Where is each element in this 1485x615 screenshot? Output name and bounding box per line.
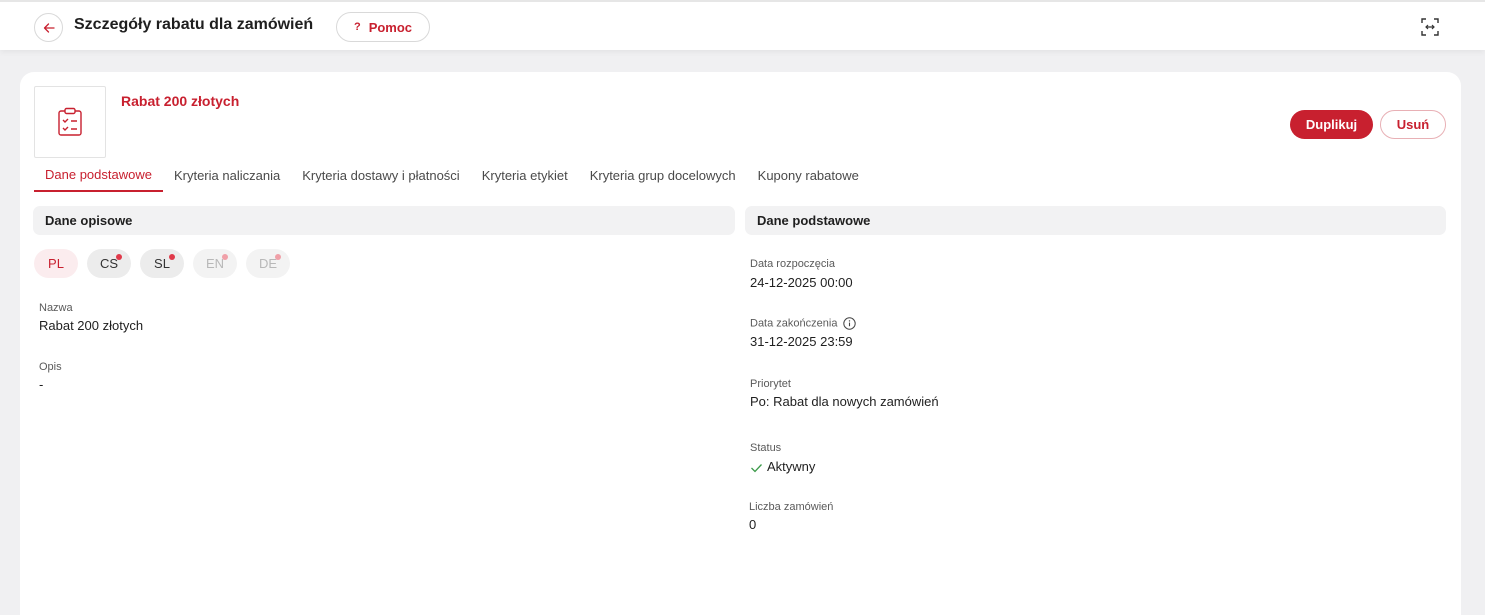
description-label: Opis [39, 361, 62, 373]
page-title: Szczegóły rabatu dla zamówień [74, 16, 314, 33]
lang-cs[interactable]: CS [87, 249, 131, 278]
tab-bar: Dane podstawowe Kryteria naliczania Kryt… [34, 158, 870, 192]
arrow-left-icon [43, 22, 55, 33]
delete-button[interactable]: Usuń [1380, 110, 1446, 139]
tab-label-criteria[interactable]: Kryteria etykiet [471, 158, 579, 192]
check-icon [751, 463, 762, 472]
question-icon: ? [353, 21, 361, 33]
section-basic-data: Dane podstawowe [745, 206, 1446, 235]
tab-delivery-payment-criteria[interactable]: Kryteria dostawy i płatności [291, 158, 471, 192]
tab-target-group-criteria[interactable]: Kryteria grup docelowych [579, 158, 747, 192]
tab-calculation-criteria[interactable]: Kryteria naliczania [163, 158, 291, 192]
description-value: - [39, 377, 44, 392]
name-value: Rabat 200 złotych [39, 318, 144, 333]
orders-count-label: Liczba zamówień [749, 501, 834, 513]
tab-basic-data[interactable]: Dane podstawowe [34, 158, 163, 192]
end-date-value: 31-12-2025 23:59 [750, 334, 853, 349]
top-bar: Szczegóły rabatu dla zamówień ? Pomoc [0, 0, 1485, 50]
language-switcher: PL CS SL EN DE [34, 249, 290, 278]
lang-de[interactable]: DE [246, 249, 290, 278]
lang-sl[interactable]: SL [140, 249, 184, 278]
fullscreen-icon[interactable] [1420, 17, 1440, 37]
tab-discount-coupons[interactable]: Kupony rabatowe [747, 158, 870, 192]
info-icon[interactable] [843, 317, 857, 330]
discount-name: Rabat 200 złotych [121, 93, 240, 109]
start-date-label: Data rozpoczęcia [750, 258, 835, 270]
lang-pl[interactable]: PL [34, 249, 78, 278]
discount-details-card: Rabat 200 złotych Duplikuj Usuń Dane pod… [20, 72, 1461, 615]
clipboard-check-icon [58, 107, 82, 136]
priority-value: Po: Rabat dla nowych zamówień [750, 394, 939, 409]
priority-label: Priorytet [750, 378, 791, 390]
orders-count-value: 0 [749, 517, 757, 532]
start-date-value: 24-12-2025 00:00 [750, 275, 853, 290]
status-value: Aktywny [750, 459, 815, 474]
help-label: Pomoc [368, 19, 413, 35]
section-descriptive-data: Dane opisowe [33, 206, 735, 235]
missing-translation-dot [169, 254, 175, 260]
duplicate-button[interactable]: Duplikuj [1290, 110, 1373, 139]
discount-thumbnail [34, 86, 106, 158]
help-button[interactable]: ? Pomoc [336, 12, 430, 42]
status-label: Status [750, 442, 782, 454]
lang-en[interactable]: EN [193, 249, 237, 278]
end-date-label: Data zakończenia [750, 317, 857, 330]
back-button[interactable] [34, 13, 63, 42]
missing-translation-dot [275, 254, 281, 260]
missing-translation-dot [222, 254, 228, 260]
name-label: Nazwa [39, 302, 73, 314]
missing-translation-dot [116, 254, 122, 260]
